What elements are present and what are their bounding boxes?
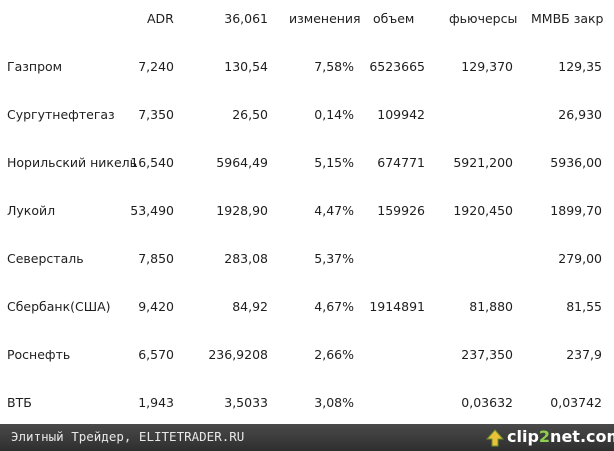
row-change: 3,08% [314, 395, 354, 410]
row-volume: 1914891 [369, 299, 425, 314]
row-micex: 279,00 [558, 251, 602, 266]
header-change: изменения [289, 11, 361, 26]
row-micex: 26,930 [558, 107, 602, 122]
row-volume: 6523665 [369, 59, 425, 74]
watermark-bar: Элитный Трейдер, ELITETRADER.RU clip2net… [0, 424, 614, 451]
row-change: 4,67% [314, 299, 354, 314]
row-change: 2,66% [314, 347, 354, 362]
row-volume: 674771 [377, 155, 425, 170]
row-futures: 5921,200 [453, 155, 513, 170]
row-change: 5,15% [314, 155, 354, 170]
row-futures: 81,880 [469, 299, 513, 314]
upload-arrow-icon [485, 429, 505, 450]
header-rate: 36,061 [224, 11, 268, 26]
row-adr: 7,240 [138, 59, 174, 74]
row-value: 283,08 [224, 251, 268, 266]
logo-main: clip [507, 427, 539, 446]
row-micex: 81,55 [566, 299, 602, 314]
row-futures: 0,03632 [461, 395, 513, 410]
row-name: Роснефть [7, 347, 71, 362]
row-value: 26,50 [232, 107, 268, 122]
row-micex: 0,03742 [550, 395, 602, 410]
logo-accent: 2 [538, 427, 551, 446]
row-adr: 9,420 [138, 299, 174, 314]
source-caption: Элитный Трейдер, ELITETRADER.RU [11, 429, 245, 444]
row-change: 5,37% [314, 251, 354, 266]
row-value: 5964,49 [216, 155, 268, 170]
row-value: 3,5033 [224, 395, 268, 410]
header-futures: фьючерсы [449, 11, 518, 26]
row-name: Норильский никель [7, 155, 137, 170]
header-adr: ADR [147, 11, 174, 26]
row-adr: 6,570 [138, 347, 174, 362]
row-change: 4,47% [314, 203, 354, 218]
logo-wordmark: clip2net.com [507, 427, 614, 446]
row-futures: 1920,450 [453, 203, 513, 218]
row-adr: 7,850 [138, 251, 174, 266]
row-adr: 7,350 [138, 107, 174, 122]
row-value: 1928,90 [216, 203, 268, 218]
row-name: Сбербанк(США) [7, 299, 111, 314]
header-micex-close: ММВБ закр [531, 11, 604, 26]
row-name: Северсталь [7, 251, 84, 266]
row-futures: 129,370 [461, 59, 513, 74]
row-micex: 5936,00 [550, 155, 602, 170]
row-value: 130,54 [224, 59, 268, 74]
header-volume: объем [373, 11, 415, 26]
row-futures: 237,350 [461, 347, 513, 362]
row-value: 236,9208 [208, 347, 268, 362]
row-change: 0,14% [314, 107, 354, 122]
logo-tail: net.com [550, 427, 614, 446]
row-micex: 129,35 [558, 59, 602, 74]
row-micex: 237,9 [566, 347, 602, 362]
quotes-table: ADR 36,061 изменения объем фьючерсы ММВБ… [0, 0, 614, 424]
row-volume: 109942 [377, 107, 425, 122]
row-change: 7,58% [314, 59, 354, 74]
row-adr: 53,490 [130, 203, 174, 218]
row-value: 84,92 [232, 299, 268, 314]
row-adr: 16,540 [130, 155, 174, 170]
row-adr: 1,943 [138, 395, 174, 410]
row-micex: 1899,70 [550, 203, 602, 218]
row-name: Лукойл [7, 203, 56, 218]
row-name: Газпром [7, 59, 63, 74]
row-name: ВТБ [7, 395, 32, 410]
row-name: Сургутнефтегаз [7, 107, 115, 122]
row-volume: 159926 [377, 203, 425, 218]
